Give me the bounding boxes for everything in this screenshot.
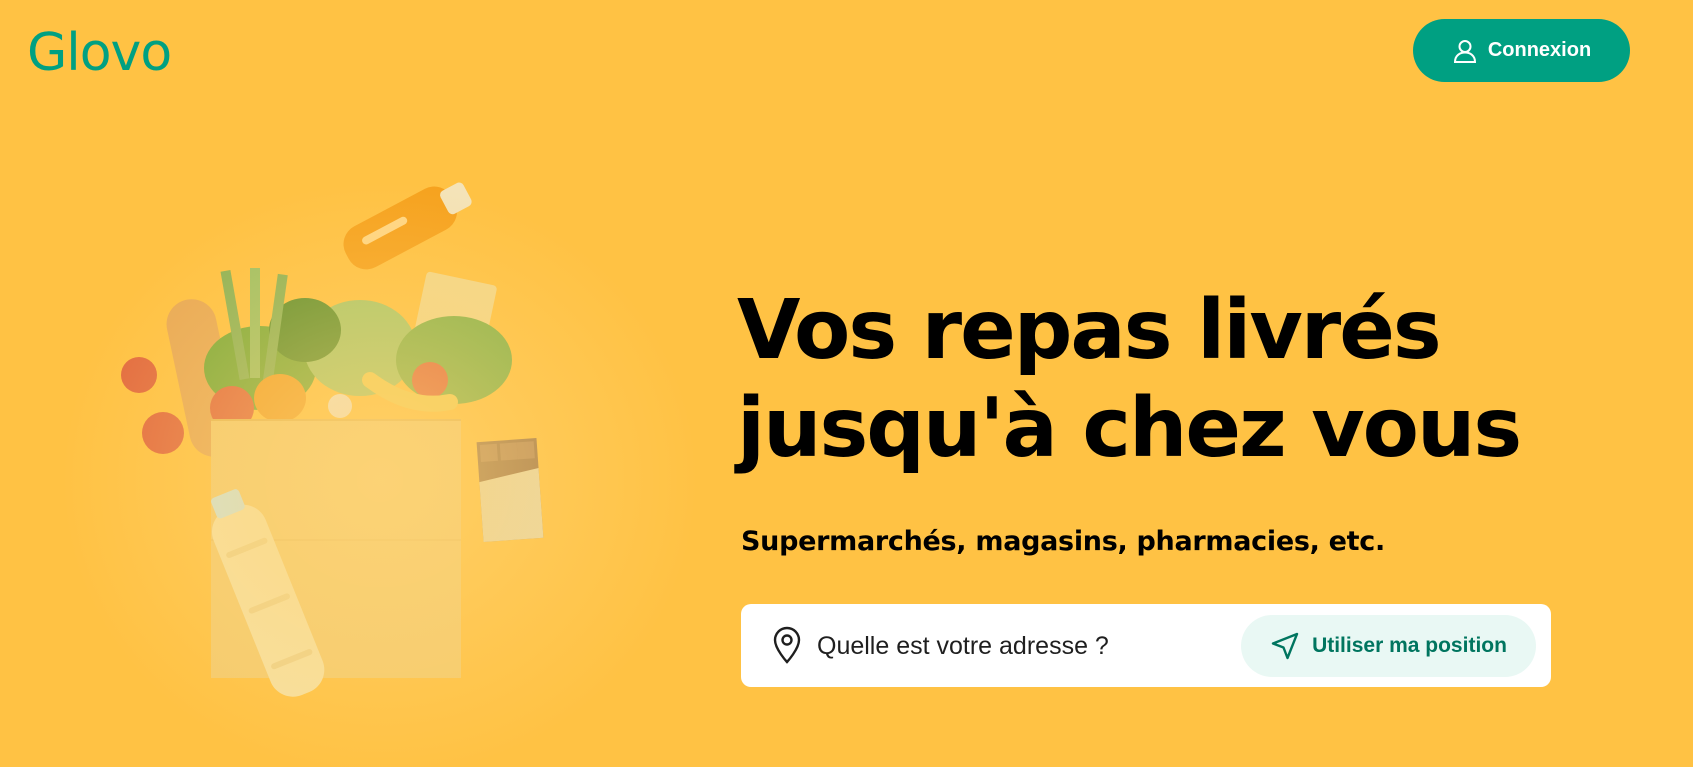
hero-title: Vos repas livrés jusqu'à chez vous [737, 282, 1637, 478]
use-my-location-button[interactable]: Utiliser ma position [1241, 615, 1536, 677]
grocery-bag-illustration [60, 180, 700, 767]
address-input[interactable] [817, 624, 1257, 668]
use-my-location-label: Utiliser ma position [1312, 634, 1507, 657]
user-icon [1453, 39, 1476, 63]
navigation-arrow-icon [1271, 632, 1299, 660]
hero-title-line2: jusqu'à chez vous [737, 381, 1522, 476]
login-button[interactable]: Connexion [1413, 19, 1630, 82]
hero-title-line1: Vos repas livrés [737, 283, 1442, 378]
illustration-glow [60, 180, 700, 767]
address-search-bar: Utiliser ma position [741, 604, 1551, 687]
landing-page: Glovo Connexion Vos repas livrés jusqu'à… [0, 0, 1693, 767]
glovo-logo[interactable]: Glovo [27, 20, 172, 86]
location-pin-icon [773, 626, 801, 664]
login-label: Connexion [1487, 39, 1592, 61]
hero-subtitle: Supermarchés, magasins, pharmacies, etc. [741, 526, 1385, 557]
